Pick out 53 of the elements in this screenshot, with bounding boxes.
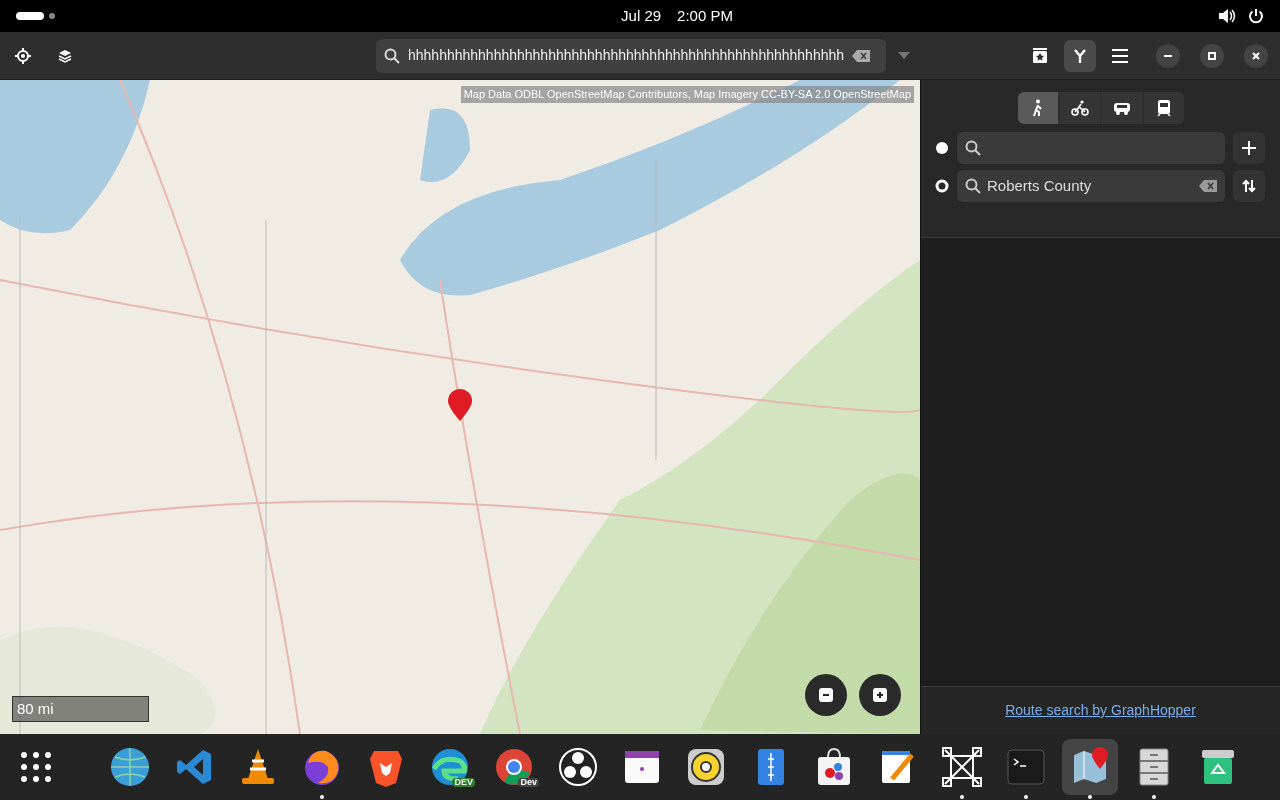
clear-icon[interactable] (1199, 180, 1217, 192)
power-icon[interactable] (1248, 8, 1264, 24)
fork-icon (1073, 48, 1087, 63)
code-editor-icon (174, 747, 214, 787)
search-field[interactable]: hhhhhhhhhhhhhhhhhhhhhhhhhhhhhhhhhhhhhhhhhhhhhhhhhhhhhhhh (376, 38, 886, 73)
transport-mode-tab[interactable] (1143, 92, 1184, 124)
minus-icon (819, 688, 833, 702)
route-button[interactable] (1064, 39, 1096, 72)
globe-icon (110, 747, 150, 787)
swap-icon (1242, 179, 1256, 193)
route-stop-field[interactable]: Roberts County (957, 170, 1225, 202)
maximize-button[interactable] (1200, 43, 1224, 68)
layers-icon (58, 48, 72, 63)
map-scale: 80 mi (12, 696, 149, 722)
maximize-icon (1208, 51, 1216, 60)
app-grid-icon (20, 751, 52, 783)
clock-time[interactable]: 2:00 PM (677, 4, 733, 28)
dock-app-button[interactable]: Dev (486, 739, 542, 795)
transport-mode-tab[interactable] (1101, 92, 1142, 124)
clear-icon[interactable] (852, 49, 871, 62)
swap-button[interactable] (1233, 170, 1265, 202)
bicycle-icon (1070, 99, 1089, 117)
speaker-icon (686, 747, 726, 787)
minimize-button[interactable] (1156, 43, 1180, 68)
map-attribution: Map Data ODBL OpenStreetMap Contributors, Map Imagery CC-BY-SA 2.0 OpenStreetMap (460, 86, 914, 103)
star-box-icon (1032, 47, 1048, 64)
add-stop-button[interactable] (1233, 132, 1265, 164)
dropdown-caret-icon[interactable] (898, 51, 910, 60)
minimize-icon (1164, 54, 1172, 57)
plus-icon (1242, 141, 1256, 155)
app-badge: Dev (518, 778, 539, 787)
start-point-icon (935, 141, 949, 155)
volume-icon[interactable] (1218, 8, 1236, 24)
search-icon (384, 47, 400, 64)
workspace-indicator-icon[interactable] (16, 11, 56, 21)
close-button[interactable] (1244, 43, 1268, 68)
clock-date[interactable]: Jul 29 (621, 4, 662, 28)
search-icon (965, 140, 981, 156)
frame-icon (942, 747, 982, 787)
map-pin-icon (447, 388, 473, 422)
search-icon (965, 178, 981, 194)
destination-point-icon (935, 179, 949, 193)
plus-icon (873, 688, 887, 702)
close-icon (1252, 51, 1260, 60)
transport-mode-tab[interactable] (1059, 92, 1100, 124)
aperture-icon (558, 747, 598, 787)
transport-mode-tab[interactable] (1017, 92, 1058, 124)
crosshair-icon (15, 47, 31, 64)
dock-app-button[interactable]: DEV (422, 739, 478, 795)
terminal-icon (1006, 747, 1046, 787)
menu-icon (1112, 48, 1128, 63)
route-stop-field[interactable] (957, 132, 1225, 164)
app-badge: DEV (452, 778, 475, 787)
